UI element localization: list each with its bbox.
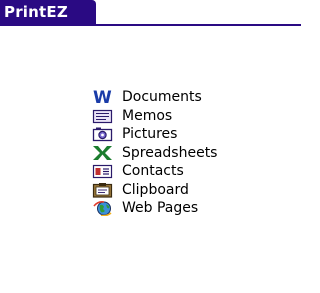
contact-card-icon bbox=[92, 163, 116, 179]
menu-item-contacts[interactable]: Contacts bbox=[92, 162, 262, 181]
menu-item-documents[interactable]: W Documents bbox=[92, 88, 262, 107]
menu-item-spreadsheets[interactable]: Spreadsheets bbox=[92, 144, 262, 163]
menu-item-label: Web Pages bbox=[122, 200, 199, 217]
word-document-icon: W bbox=[92, 89, 116, 105]
menu-item-label: Memos bbox=[122, 107, 173, 124]
menu-item-memos[interactable]: Memos bbox=[92, 107, 262, 126]
app-title: PrintEZ bbox=[4, 3, 68, 21]
menu-item-label: Documents bbox=[122, 89, 202, 106]
menu-item-label: Pictures bbox=[122, 126, 178, 143]
menu-item-label: Clipboard bbox=[122, 181, 189, 198]
title-tab[interactable]: PrintEZ bbox=[0, 0, 96, 26]
camera-icon bbox=[92, 126, 116, 142]
clipboard-icon bbox=[92, 182, 116, 198]
menu-item-pictures[interactable]: Pictures bbox=[92, 125, 262, 144]
menu-item-clipboard[interactable]: Clipboard bbox=[92, 181, 262, 200]
menu-item-label: Spreadsheets bbox=[122, 144, 218, 161]
title-bar: PrintEZ bbox=[0, 0, 301, 26]
menu-item-label: Contacts bbox=[122, 163, 184, 180]
web-globe-icon bbox=[92, 200, 116, 217]
menu-item-web-pages[interactable]: Web Pages bbox=[92, 199, 262, 218]
memo-icon bbox=[92, 108, 116, 124]
svg-text:W: W bbox=[93, 89, 112, 105]
excel-spreadsheet-icon bbox=[92, 145, 116, 161]
print-source-menu: W Documents Memos Pictures Spreadsheets … bbox=[92, 88, 262, 218]
title-underline bbox=[0, 24, 301, 26]
